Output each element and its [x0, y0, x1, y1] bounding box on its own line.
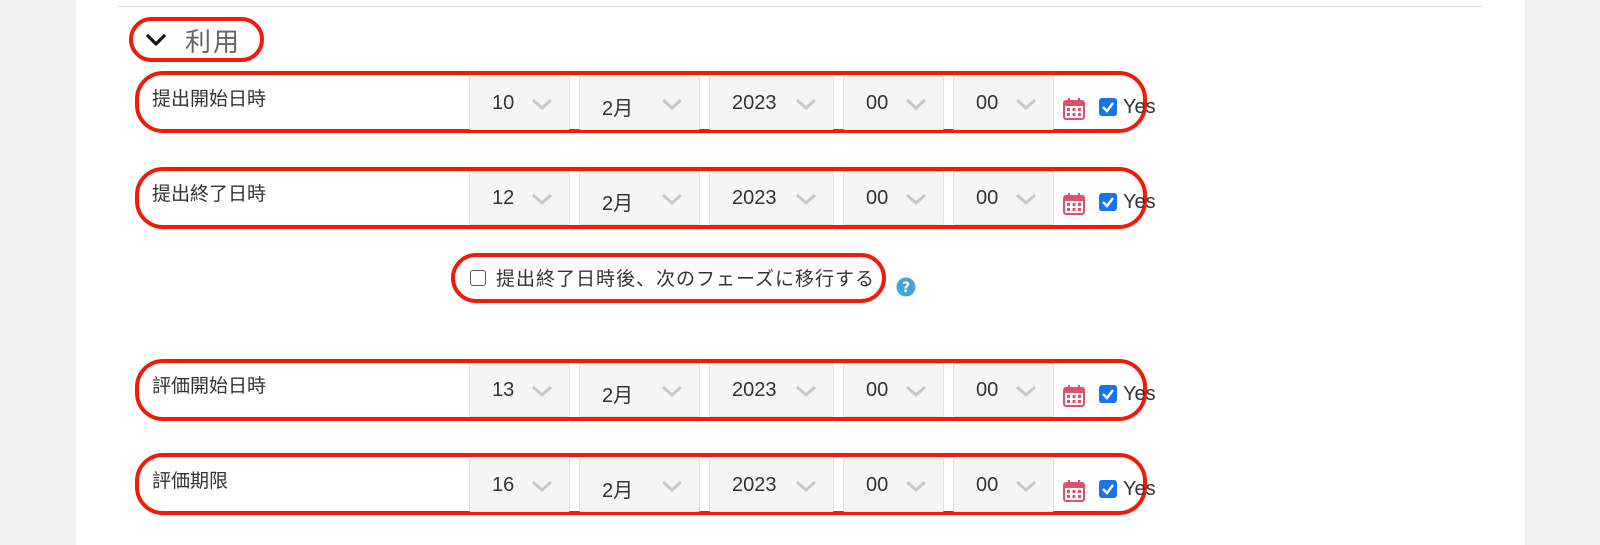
chevron-down-icon — [662, 193, 682, 205]
date-row-submission-start: 提出開始日時 10 2月 2023 00 00 Yes — [0, 74, 1600, 134]
chevron-down-icon — [532, 193, 552, 205]
phase-switch-option[interactable]: 提出終了日時後、次のフェーズに移行する — [470, 264, 875, 291]
chevron-down-icon — [532, 480, 552, 492]
calendar-icon[interactable] — [1063, 98, 1085, 120]
hour-select[interactable]: 00 — [843, 171, 944, 225]
enable-checkbox[interactable] — [1099, 193, 1117, 211]
row-label: 提出開始日時 — [152, 88, 267, 110]
calendar-icon[interactable] — [1063, 480, 1085, 502]
chevron-down-icon — [532, 98, 552, 110]
year-select[interactable]: 2023 — [709, 76, 834, 130]
row-label: 評価期限 — [152, 470, 229, 492]
row-label: 提出終了日時 — [152, 183, 267, 205]
calendar-icon[interactable] — [1063, 193, 1085, 215]
minute-select[interactable]: 00 — [953, 76, 1054, 130]
chevron-down-icon — [906, 385, 926, 397]
enable-label: Yes — [1123, 96, 1156, 118]
chevron-down-icon — [532, 385, 552, 397]
chevron-down-icon — [1016, 193, 1036, 205]
year-select[interactable]: 2023 — [709, 171, 834, 225]
enable-label: Yes — [1123, 478, 1156, 500]
minute-select[interactable]: 00 — [953, 458, 1054, 512]
calendar-icon[interactable] — [1063, 385, 1085, 407]
svg-text:?: ? — [902, 280, 910, 296]
date-row-assessment-deadline: 評価期限 16 2月 2023 00 00 Yes — [0, 456, 1600, 516]
hour-select[interactable]: 00 — [843, 363, 944, 417]
question-circle-icon[interactable]: ? — [896, 277, 916, 297]
month-select[interactable]: 2月 — [579, 171, 700, 225]
chevron-down-icon — [1016, 98, 1036, 110]
year-select[interactable]: 2023 — [709, 363, 834, 417]
year-select[interactable]: 2023 — [709, 458, 834, 512]
day-select[interactable]: 16 — [469, 458, 570, 512]
chevron-down-icon — [662, 98, 682, 110]
row-label: 評価開始日時 — [152, 375, 267, 397]
date-row-submission-end: 提出終了日時 12 2月 2023 00 00 Yes — [0, 169, 1600, 229]
phase-switch-checkbox[interactable] — [470, 269, 486, 286]
chevron-down-icon — [906, 480, 926, 492]
chevron-down-icon — [662, 480, 682, 492]
enable-checkbox[interactable] — [1099, 480, 1117, 498]
minute-select[interactable]: 00 — [953, 363, 1054, 417]
section-divider — [118, 6, 1482, 7]
minute-select[interactable]: 00 — [953, 171, 1054, 225]
chevron-down-icon — [1016, 385, 1036, 397]
chevron-down-icon — [1016, 480, 1036, 492]
hour-select[interactable]: 00 — [843, 76, 944, 130]
chevron-down-icon — [796, 480, 816, 492]
enable-checkbox[interactable] — [1099, 98, 1117, 116]
day-select[interactable]: 13 — [469, 363, 570, 417]
chevron-down-icon — [906, 98, 926, 110]
enable-checkbox[interactable] — [1099, 385, 1117, 403]
chevron-down-icon — [145, 29, 167, 51]
section-title: 利用 — [185, 27, 242, 58]
enable-label: Yes — [1123, 383, 1156, 405]
month-select[interactable]: 2月 — [579, 363, 700, 417]
month-select[interactable]: 2月 — [579, 458, 700, 512]
chevron-down-icon — [662, 385, 682, 397]
month-select[interactable]: 2月 — [579, 76, 700, 130]
chevron-down-icon — [906, 193, 926, 205]
chevron-down-icon — [796, 193, 816, 205]
hour-select[interactable]: 00 — [843, 458, 944, 512]
day-select[interactable]: 10 — [469, 76, 570, 130]
chevron-down-icon — [796, 385, 816, 397]
chevron-down-icon — [796, 98, 816, 110]
date-row-assessment-start: 評価開始日時 13 2月 2023 00 00 Yes — [0, 361, 1600, 421]
phase-switch-label: 提出終了日時後、次のフェーズに移行する — [496, 268, 876, 290]
enable-label: Yes — [1123, 191, 1156, 213]
day-select[interactable]: 12 — [469, 171, 570, 225]
section-toggle[interactable]: 利用 — [145, 20, 241, 60]
